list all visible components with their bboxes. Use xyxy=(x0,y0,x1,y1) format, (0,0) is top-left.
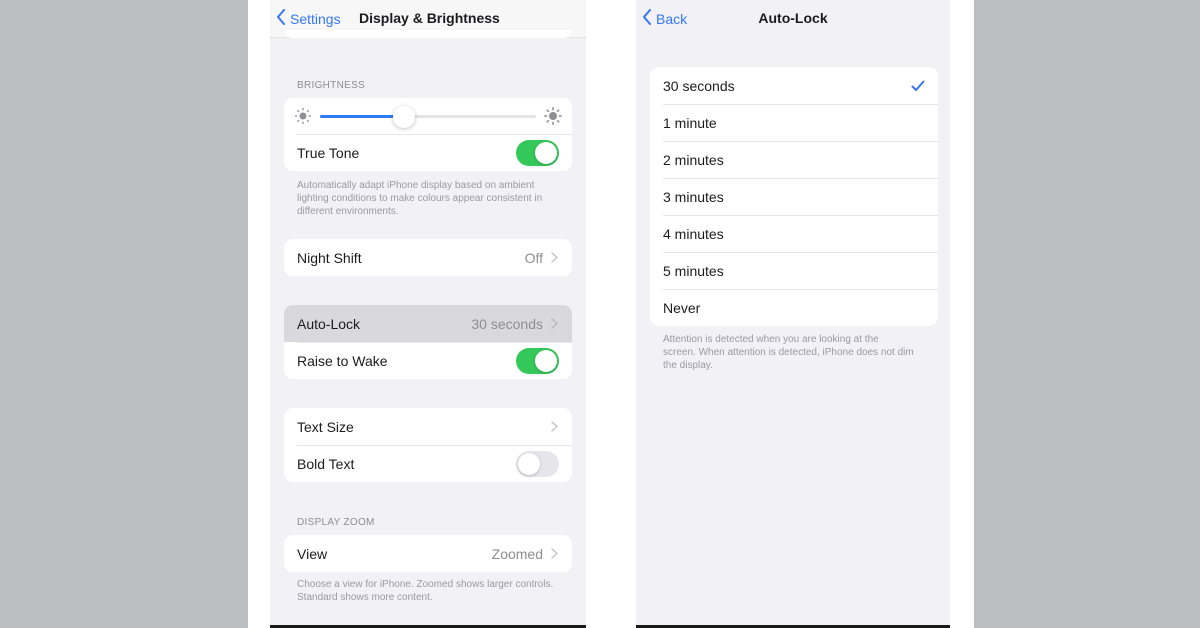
navigation-bar: Back Auto-Lock xyxy=(636,0,950,38)
chevron-right-icon xyxy=(551,421,559,432)
raise-to-wake-label: Raise to Wake xyxy=(297,352,388,369)
sun-small-icon xyxy=(294,107,312,125)
option-row-4-minutes[interactable]: 4 minutes xyxy=(650,215,938,252)
option-label: Never xyxy=(663,299,701,316)
view-value: Zoomed xyxy=(491,545,543,562)
display-zoom-footnote: Choose a view for iPhone. Zoomed shows l… xyxy=(297,579,554,603)
display-brightness-screen: Settings Display & Brightness BRIGHTNESS xyxy=(270,0,586,628)
night-shift-label: Night Shift xyxy=(297,249,362,266)
clipped-card-edge xyxy=(284,30,572,38)
slider-thumb[interactable] xyxy=(393,106,416,128)
true-tone-label: True Tone xyxy=(297,144,360,161)
night-shift-card: Night Shift Off xyxy=(284,239,572,276)
back-label: Settings xyxy=(290,10,341,27)
option-row-3-minutes[interactable]: 3 minutes xyxy=(650,178,938,215)
option-label: 30 seconds xyxy=(663,77,735,94)
brightness-slider-row xyxy=(284,98,572,134)
chevron-left-icon xyxy=(276,9,286,28)
option-row-1-minute[interactable]: 1 minute xyxy=(650,104,938,141)
option-label: 2 minutes xyxy=(663,151,724,168)
bold-text-label: Bold Text xyxy=(297,455,355,472)
chevron-right-icon xyxy=(551,252,559,263)
sun-large-icon xyxy=(544,107,562,125)
auto-lock-card: Auto-Lock 30 seconds Raise to Wake xyxy=(284,305,572,379)
auto-lock-options-list: 30 seconds 1 minute 2 minutes 3 minutes … xyxy=(650,67,938,326)
chevron-right-icon xyxy=(551,548,559,559)
view-row[interactable]: View Zoomed xyxy=(284,535,572,572)
display-zoom-section-header: DISPLAY ZOOM xyxy=(297,517,375,528)
page-title: Auto-Lock xyxy=(758,10,828,26)
option-row-5-minutes[interactable]: 5 minutes xyxy=(650,252,938,289)
night-shift-row[interactable]: Night Shift Off xyxy=(284,239,572,276)
option-row-30-seconds[interactable]: 30 seconds xyxy=(650,67,938,104)
option-label: 3 minutes xyxy=(663,188,724,205)
auto-lock-screen: Back Auto-Lock 30 seconds 1 minute 2 min… xyxy=(636,0,950,628)
true-tone-toggle[interactable] xyxy=(516,139,559,166)
brightness-section-header: BRIGHTNESS xyxy=(297,80,366,91)
bold-text-row: Bold Text xyxy=(284,445,572,482)
attention-footnote: Attention is detected when you are looki… xyxy=(663,334,914,371)
true-tone-row: True Tone xyxy=(284,134,572,171)
option-row-2-minutes[interactable]: 2 minutes xyxy=(650,141,938,178)
checkmark-icon xyxy=(911,80,925,92)
option-label: 5 minutes xyxy=(663,262,724,279)
text-card: Text Size Bold Text xyxy=(284,408,572,482)
chevron-right-icon xyxy=(551,318,559,329)
option-label: 1 minute xyxy=(663,114,717,131)
raise-to-wake-row: Raise to Wake xyxy=(284,342,572,379)
auto-lock-row[interactable]: Auto-Lock 30 seconds xyxy=(284,305,572,342)
brightness-slider[interactable] xyxy=(320,106,536,128)
view-label: View xyxy=(297,545,328,562)
back-button-settings[interactable]: Settings xyxy=(276,9,341,28)
display-zoom-card: View Zoomed xyxy=(284,535,572,572)
true-tone-footnote: Automatically adapt iPhone display based… xyxy=(297,180,543,217)
brightness-card: True Tone xyxy=(284,98,572,171)
slider-fill xyxy=(320,115,405,118)
text-size-label: Text Size xyxy=(297,418,354,435)
page-title: Display & Brightness xyxy=(359,10,500,26)
option-row-never[interactable]: Never xyxy=(650,289,938,326)
raise-to-wake-toggle[interactable] xyxy=(516,347,559,374)
auto-lock-label: Auto-Lock xyxy=(297,315,361,332)
text-size-row[interactable]: Text Size xyxy=(284,408,572,445)
auto-lock-value: 30 seconds xyxy=(471,315,543,332)
bold-text-toggle[interactable] xyxy=(516,450,559,477)
night-shift-value: Off xyxy=(524,249,543,266)
option-label: 4 minutes xyxy=(663,225,724,242)
